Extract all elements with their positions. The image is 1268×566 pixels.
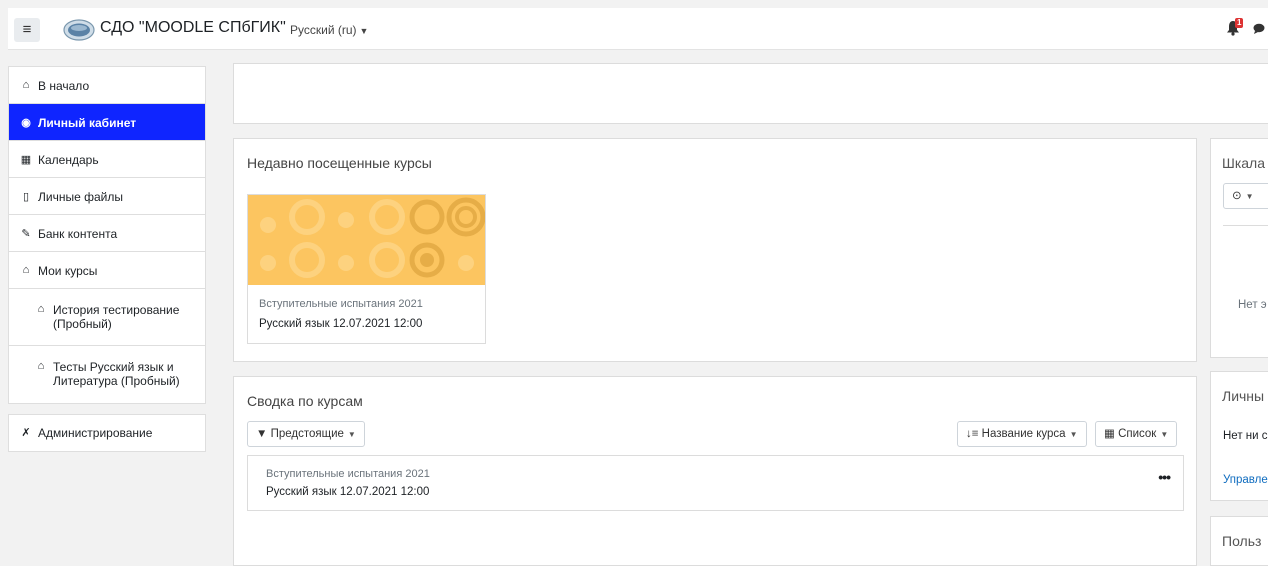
graduation-cap-icon: ⌂ (37, 303, 45, 315)
menu-toggle-button[interactable]: ≡ (14, 18, 40, 42)
nav-item-home[interactable]: ⌂ В начало (9, 67, 205, 104)
nav-item-dashboard[interactable]: ◉ Личный кабинет (9, 104, 205, 141)
private-files-title: Личны (1222, 388, 1265, 404)
nav-item-label: В начало (38, 79, 90, 93)
nav-item-label: Личные файлы (38, 190, 123, 204)
calendar-icon: ▦ (20, 154, 32, 166)
filter-icon: ▼ (256, 428, 268, 440)
timeline-filter-button[interactable]: ⊙ ▼ (1223, 183, 1268, 209)
dashboard-icon: ◉ (21, 117, 31, 129)
chat-icon[interactable] (1253, 23, 1265, 34)
more-actions-icon[interactable]: ••• (1158, 469, 1171, 485)
sort-label: Название курса (981, 428, 1066, 440)
nav-admin-group: ✗ Администрирование (8, 414, 206, 452)
nav-drawer: ⌂ В начало ◉ Личный кабинет ▦ Календарь … (8, 66, 206, 462)
nav-item-label: История тестирование (Пробный) (53, 303, 180, 331)
home-icon: ⌂ (22, 79, 30, 91)
recent-courses-block: Недавно посещенные курсы Вступительные и… (233, 138, 1197, 362)
course-pattern-image (248, 195, 485, 285)
view-label: Список (1118, 428, 1157, 440)
nav-item-course-history[interactable]: ⌂ История тестирование (Пробный) (9, 289, 205, 346)
notification-badge: 1 (1235, 18, 1244, 28)
private-files-block: Личны Нет ни с Управле (1210, 371, 1268, 501)
nav-item-label: Тесты Русский язык и Литература (Пробный… (53, 360, 180, 388)
language-label: Русский ‎(ru)‎ (290, 23, 357, 37)
file-icon: ▯ (22, 191, 30, 203)
nav-item-my-courses[interactable]: ⌂ Мои курсы (9, 252, 205, 289)
course-overview-title: Сводка по курсам (247, 393, 363, 409)
nav-item-label: Мои курсы (38, 264, 98, 278)
course-overview-block: Сводка по курсам ▼ Предстоящие ▼ ↓≡ Назва… (233, 376, 1197, 566)
timeline-divider (1223, 225, 1268, 226)
chevron-down-icon: ▼ (1160, 430, 1169, 439)
page-header-block (233, 63, 1268, 124)
recent-courses-title: Недавно посещенные курсы (247, 155, 432, 171)
nav-item-content-bank[interactable]: ✎ Банк контента (9, 215, 205, 252)
list-view-icon: ▦ (1104, 428, 1115, 440)
language-selector[interactable]: Русский ‎(ru)‎ ▼ (290, 23, 368, 37)
online-users-block: Польз (1210, 516, 1268, 566)
clock-icon: ⊙ (1232, 190, 1242, 202)
private-files-empty-text: Нет ни с (1223, 430, 1268, 442)
nav-item-label: Личный кабинет (38, 116, 137, 130)
online-users-title: Польз (1222, 533, 1262, 549)
timeline-title: Шкала (1222, 155, 1266, 171)
nav-item-label: Администрирование (38, 426, 153, 440)
site-name[interactable]: СДО "MOODLE СПбГИК" (100, 19, 286, 37)
nav-item-private-files[interactable]: ▯ Личные файлы (9, 178, 205, 215)
site-logo[interactable] (63, 19, 95, 41)
filter-dropdown-button[interactable]: ▼ Предстоящие ▼ (247, 421, 365, 447)
sort-icon: ↓≡ (966, 428, 979, 440)
chevron-down-icon: ▼ (347, 430, 356, 439)
chevron-down-icon: ▼ (1245, 192, 1254, 201)
chevron-down-icon: ▼ (359, 26, 369, 36)
chevron-down-icon: ▼ (1069, 430, 1078, 439)
top-navbar: ≡ СДО "MOODLE СПбГИК" Русский ‎(ru)‎ ▼ 1 (8, 8, 1268, 50)
course-name-link[interactable]: Русский язык 12.07.2021 12:00 (259, 318, 422, 330)
course-row-category: Вступительные испытания 2021 (266, 468, 430, 480)
graduation-cap-icon: ⌂ (22, 264, 30, 276)
graduation-cap-icon: ⌂ (37, 360, 45, 372)
nav-item-label: Банк контента (38, 227, 118, 241)
nav-main-group: ⌂ В начало ◉ Личный кабинет ▦ Календарь … (8, 66, 206, 404)
nav-item-administration[interactable]: ✗ Администрирование (9, 415, 205, 451)
nav-item-calendar[interactable]: ▦ Календарь (9, 141, 205, 178)
manage-files-link[interactable]: Управле (1223, 474, 1268, 486)
course-card[interactable]: Вступительные испытания 2021 Русский язы… (247, 194, 486, 344)
timeline-empty-text: Нет э (1238, 299, 1267, 311)
sort-dropdown-button[interactable]: ↓≡ Название курса ▼ (957, 421, 1087, 447)
timeline-block: Шкала ⊙ ▼ Нет э (1210, 138, 1268, 358)
filter-label: Предстоящие (270, 428, 344, 440)
wrench-icon: ✗ (21, 427, 31, 439)
hamburger-icon: ≡ (22, 21, 32, 38)
view-dropdown-button[interactable]: ▦ Список ▼ (1095, 421, 1178, 447)
course-image[interactable] (248, 195, 485, 285)
nav-item-label: Календарь (38, 153, 99, 167)
course-list-row[interactable]: Вступительные испытания 2021 Русский язы… (247, 455, 1184, 511)
nav-item-course-russian[interactable]: ⌂ Тесты Русский язык и Литература (Пробн… (9, 346, 205, 403)
paintbrush-icon: ✎ (21, 228, 31, 240)
course-row-name-link[interactable]: Русский язык 12.07.2021 12:00 (266, 486, 429, 498)
course-category: Вступительные испытания 2021 (259, 298, 423, 310)
